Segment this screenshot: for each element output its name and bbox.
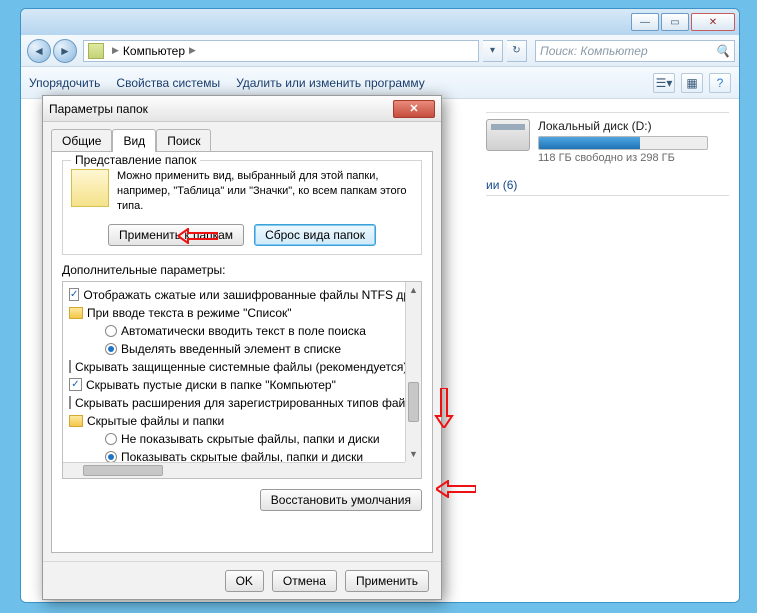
reset-folders-button[interactable]: Сброс вида папок xyxy=(254,224,376,246)
hdd-icon xyxy=(486,119,530,151)
toolbar-uninstall[interactable]: Удалить или изменить программу xyxy=(236,76,425,90)
tree-item-label: Автоматически вводить текст в поле поиск… xyxy=(121,324,366,338)
address-bar[interactable]: ▶ Компьютер ▶ xyxy=(83,40,479,62)
advanced-settings-tree: ✓ Отображать сжатые или зашифрованные фай… xyxy=(62,281,422,479)
breadcrumb-sep-icon: ▶ xyxy=(189,45,196,56)
help-button[interactable]: ? xyxy=(709,73,731,93)
drive-item[interactable]: Локальный диск (D:) 118 ГБ свободно из 2… xyxy=(486,119,729,164)
folder-view-group: Представление папок Можно применить вид,… xyxy=(62,160,422,255)
radio-icon[interactable] xyxy=(105,325,117,337)
folder-options-dialog: Параметры папок ✕ Общие Вид Поиск Предст… xyxy=(42,95,442,600)
tree-item[interactable]: Не показывать скрытые файлы, папки и дис… xyxy=(69,430,405,448)
maximize-button[interactable]: ▭ xyxy=(661,13,689,31)
advanced-settings-label: Дополнительные параметры: xyxy=(62,263,422,277)
view-mode-button[interactable]: ☰▾ xyxy=(653,73,675,93)
ok-button[interactable]: OK xyxy=(225,570,264,592)
dialog-tabs: Общие Вид Поиск xyxy=(43,122,441,151)
tree-item[interactable]: Выделять введенный элемент в списке xyxy=(69,340,405,358)
tree-item-label: Скрывать защищенные системные файлы (рек… xyxy=(75,360,405,374)
search-input[interactable]: Поиск: Компьютер 🔍 xyxy=(535,40,735,62)
group-title: Представление папок xyxy=(71,153,200,167)
search-icon: 🔍 xyxy=(715,44,730,58)
checkbox-icon[interactable]: ✓ xyxy=(69,378,82,391)
checkbox-icon[interactable] xyxy=(69,396,71,409)
horizontal-scrollbar[interactable] xyxy=(63,462,405,478)
category-heading[interactable]: ии (6) xyxy=(486,178,729,192)
radio-icon[interactable] xyxy=(105,433,117,445)
dialog-title: Параметры папок xyxy=(49,102,148,116)
drives-area: Локальный диск (D:) 118 ГБ свободно из 2… xyxy=(486,109,729,202)
dialog-button-row: OK Отмена Применить xyxy=(43,561,441,599)
tree-item-label: Скрытые файлы и папки xyxy=(87,414,224,428)
tree-item[interactable]: Скрывать расширения для зарегистрированн… xyxy=(69,394,405,412)
address-dropdown-button[interactable]: ▾ xyxy=(483,40,503,62)
nav-forward-button[interactable]: ► xyxy=(53,39,77,63)
apply-to-folders-button[interactable]: Применить к папкам xyxy=(108,224,244,246)
toolbar-organize[interactable]: Упорядочить xyxy=(29,76,100,90)
tree-item-label: Скрывать пустые диски в папке "Компьютер… xyxy=(86,378,336,392)
tree-item[interactable]: Скрытые файлы и папки xyxy=(69,412,405,430)
apply-button[interactable]: Применить xyxy=(345,570,429,592)
window-titlebar: — ▭ ✕ xyxy=(21,9,739,35)
breadcrumb-item[interactable]: Компьютер xyxy=(123,44,185,58)
preview-pane-button[interactable]: ▦ xyxy=(681,73,703,93)
tree-item-label: При вводе текста в режиме "Список" xyxy=(87,306,292,320)
tree-item-label: Скрывать расширения для зарегистрированн… xyxy=(75,396,405,410)
search-placeholder: Поиск: Компьютер xyxy=(540,44,648,58)
breadcrumb-sep-icon: ▶ xyxy=(112,45,119,56)
checkbox-icon[interactable] xyxy=(69,360,71,373)
dialog-titlebar: Параметры папок ✕ xyxy=(43,96,441,122)
minimize-button[interactable]: — xyxy=(631,13,659,31)
tree-viewport: ✓ Отображать сжатые или зашифрованные фай… xyxy=(63,282,405,462)
tree-item[interactable]: Автоматически вводить текст в поле поиск… xyxy=(69,322,405,340)
drive-label: Локальный диск (D:) xyxy=(538,119,708,133)
tree-item[interactable]: ✓ Скрывать пустые диски в папке "Компьюте… xyxy=(69,376,405,394)
tree-item[interactable]: Скрывать защищенные системные файлы (рек… xyxy=(69,358,405,376)
tree-item[interactable]: ✓ Отображать сжатые или зашифрованные фай… xyxy=(69,286,405,304)
toolbar-sysprops[interactable]: Свойства системы xyxy=(116,76,220,90)
scroll-up-arrow-icon[interactable]: ▲ xyxy=(406,282,421,298)
folder-icon xyxy=(69,415,83,427)
computer-icon xyxy=(88,43,104,59)
folder-stack-icon xyxy=(71,169,109,207)
cancel-button[interactable]: Отмена xyxy=(272,570,337,592)
tree-item-label: Показывать скрытые файлы, папки и диски xyxy=(121,450,363,462)
tree-item[interactable]: Показывать скрытые файлы, папки и диски xyxy=(69,448,405,462)
tab-body: Представление папок Можно применить вид,… xyxy=(51,151,433,553)
scroll-corner xyxy=(405,462,421,478)
window-close-button[interactable]: ✕ xyxy=(691,13,735,31)
restore-defaults-button[interactable]: Восстановить умолчания xyxy=(260,489,422,511)
nav-back-button[interactable]: ◄ xyxy=(27,39,51,63)
tab-search[interactable]: Поиск xyxy=(156,129,211,152)
drive-free-text: 118 ГБ свободно из 298 ГБ xyxy=(538,152,708,164)
dialog-close-button[interactable]: ✕ xyxy=(393,100,435,118)
radio-icon[interactable] xyxy=(105,451,117,462)
tree-item-label: Выделять введенный элемент в списке xyxy=(121,342,341,356)
tab-view[interactable]: Вид xyxy=(112,129,156,152)
radio-icon[interactable] xyxy=(105,343,117,355)
scroll-thumb[interactable] xyxy=(408,382,419,422)
scroll-thumb[interactable] xyxy=(83,465,163,476)
group-description: Можно применить вид, выбранный для этой … xyxy=(71,169,413,214)
tree-item[interactable]: При вводе текста в режиме "Список" xyxy=(69,304,405,322)
checkbox-icon[interactable]: ✓ xyxy=(69,288,79,301)
folder-icon xyxy=(69,307,83,319)
scroll-down-arrow-icon[interactable]: ▼ xyxy=(406,446,421,462)
nav-row: ◄ ► ▶ Компьютер ▶ ▾ ↻ Поиск: Компьютер 🔍 xyxy=(21,35,739,67)
drive-space-bar xyxy=(538,136,708,150)
nav-buttons: ◄ ► xyxy=(25,38,79,64)
refresh-button[interactable]: ↻ xyxy=(507,40,527,62)
tab-general[interactable]: Общие xyxy=(51,129,112,152)
vertical-scrollbar[interactable]: ▲ ▼ xyxy=(405,282,421,462)
tree-item-label: Не показывать скрытые файлы, папки и дис… xyxy=(121,432,380,446)
tree-item-label: Отображать сжатые или зашифрованные файл… xyxy=(83,288,405,302)
